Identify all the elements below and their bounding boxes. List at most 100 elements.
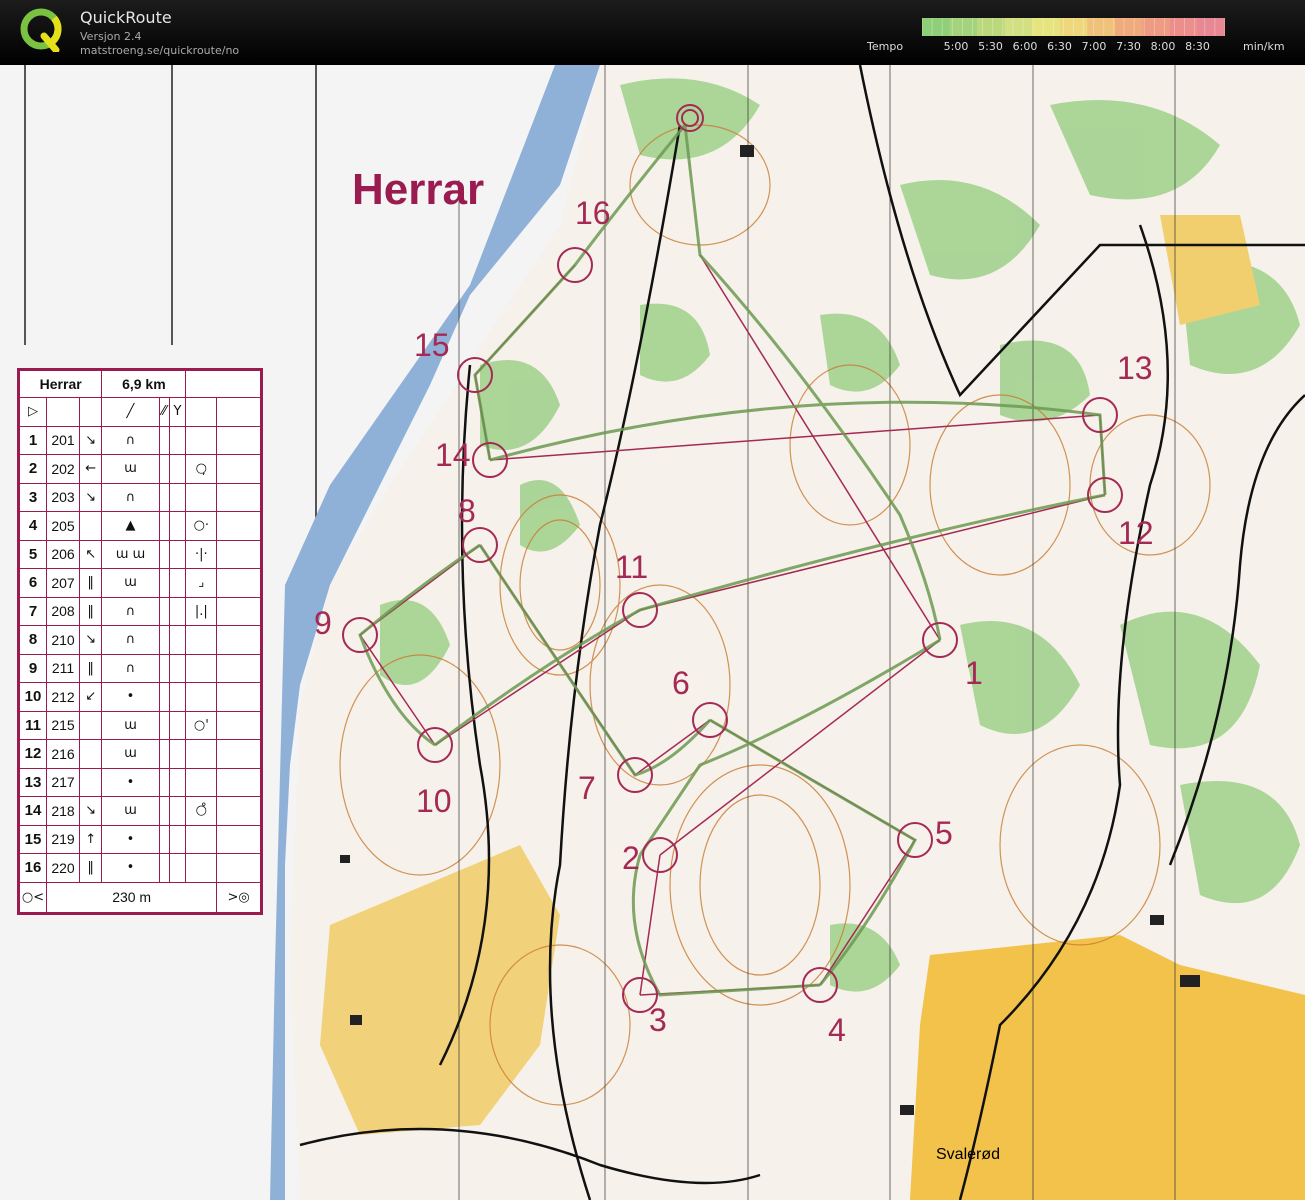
finish-distance: 230 m: [45, 881, 218, 913]
tempo-color-segment: [977, 18, 1006, 36]
description-finish-row: ○< 230 m >◎: [19, 881, 261, 913]
tempo-unit: min/km: [1243, 40, 1285, 53]
control-label-4: 4: [828, 1012, 846, 1048]
control-number: 11: [19, 710, 47, 740]
finish-funnel-icon: ○<: [19, 881, 47, 913]
feature-symbol: •: [101, 767, 160, 797]
control-number: 6: [19, 568, 47, 598]
detail-symbol: ○·: [185, 511, 218, 541]
description-cell: [216, 824, 261, 854]
direction-symbol: [78, 767, 103, 797]
direction-symbol: ‖: [78, 853, 103, 883]
finish-circle-icon: >◎: [216, 881, 261, 913]
control-code: 201: [46, 425, 80, 455]
description-cell: [158, 539, 170, 569]
detail-symbol: ○': [185, 710, 218, 740]
description-cell: [216, 425, 261, 455]
feature-symbol: •: [101, 682, 160, 712]
control-number: 7: [19, 596, 47, 626]
tempo-color-scale: [922, 18, 1225, 36]
control-label-15: 15: [414, 327, 450, 363]
control-label-13: 13: [1117, 350, 1153, 386]
control-code: 206: [46, 539, 80, 569]
description-cell: [158, 653, 170, 683]
app-url: matstroeng.se/quickroute/no: [80, 44, 240, 57]
tempo-color-segment: [1004, 18, 1033, 36]
direction-symbol: [78, 739, 103, 769]
direction-symbol: ↘: [78, 482, 103, 512]
tempo-color-segment: [1197, 18, 1225, 36]
description-cell: [168, 653, 187, 683]
detail-symbol: [185, 425, 218, 455]
description-cell: [168, 482, 187, 512]
description-course-length: 6,9 km: [101, 370, 187, 398]
description-cell: [158, 682, 170, 712]
path-icon: ╱: [101, 397, 160, 427]
direction-symbol: ↖: [78, 539, 103, 569]
direction-symbol: ‖: [78, 568, 103, 598]
quickroute-logo-icon: [20, 8, 62, 52]
description-cell: [216, 539, 261, 569]
description-cell: [216, 511, 261, 541]
control-number: 15: [19, 824, 47, 854]
description-cell: [216, 853, 261, 883]
control-code: 217: [46, 767, 80, 797]
control-code: 219: [46, 824, 80, 854]
path-junction-icon: Y: [168, 397, 187, 427]
tempo-color-segment: [1114, 18, 1143, 36]
direction-symbol: ↘: [78, 625, 103, 655]
control-number: 1: [19, 425, 47, 455]
detail-symbol: [185, 739, 218, 769]
detail-symbol: [185, 824, 218, 854]
feature-symbol: ɯ: [101, 739, 160, 769]
description-cell: [168, 425, 187, 455]
feature-symbol: ɯ: [101, 710, 160, 740]
detail-symbol: [185, 653, 218, 683]
description-cell: [158, 511, 170, 541]
description-cell: [158, 454, 170, 484]
description-row: 8 210 ↘ ∩: [19, 625, 261, 655]
control-label-9: 9: [314, 605, 332, 641]
direction-symbol: ←: [78, 454, 103, 484]
description-cell: [78, 397, 103, 427]
control-code: 210: [46, 625, 80, 655]
tempo-tick-label: 8:30: [1185, 40, 1210, 53]
app-header: QuickRoute Versjon 2.4 matstroeng.se/qui…: [0, 0, 1305, 65]
description-cell: [216, 454, 261, 484]
description-cell: [46, 397, 80, 427]
direction-symbol: ‖: [78, 596, 103, 626]
description-cell: [216, 397, 261, 427]
control-number: 5: [19, 539, 47, 569]
description-cell: [216, 568, 261, 598]
description-row: 12 216 ɯ: [19, 739, 261, 769]
place-name-label: Svalerød: [936, 1146, 1001, 1163]
description-row: 3 203 ↘ ∩: [19, 482, 261, 512]
control-number: 3: [19, 482, 47, 512]
control-label-6: 6: [672, 665, 690, 701]
tempo-color-segment: [922, 18, 951, 36]
control-number: 8: [19, 625, 47, 655]
description-cell: [168, 710, 187, 740]
control-code: 215: [46, 710, 80, 740]
description-start-row: ▷ ╱ ⁄⁄ Y: [19, 397, 261, 427]
path-crossing-icon: ⁄⁄: [158, 397, 170, 427]
description-cell: [168, 682, 187, 712]
direction-symbol: [78, 710, 103, 740]
control-label-16: 16: [575, 195, 611, 231]
detail-symbol: [185, 682, 218, 712]
description-cell: [158, 425, 170, 455]
control-code: 207: [46, 568, 80, 598]
detail-symbol: [185, 853, 218, 883]
direction-symbol: ↙: [78, 682, 103, 712]
control-label-11: 11: [615, 549, 649, 585]
description-cell: [168, 824, 187, 854]
feature-symbol: •: [101, 824, 160, 854]
description-row: 9 211 ‖ ∩: [19, 653, 261, 683]
description-row: 7 208 ‖ ∩ |.|: [19, 596, 261, 626]
description-cell: [168, 739, 187, 769]
feature-symbol: ∩: [101, 482, 160, 512]
description-cell: [158, 796, 170, 826]
description-row: 6 207 ‖ ɯ ⌟: [19, 568, 261, 598]
feature-symbol: ɯ: [101, 796, 160, 826]
description-row: 1 201 ↘ ∩: [19, 425, 261, 455]
